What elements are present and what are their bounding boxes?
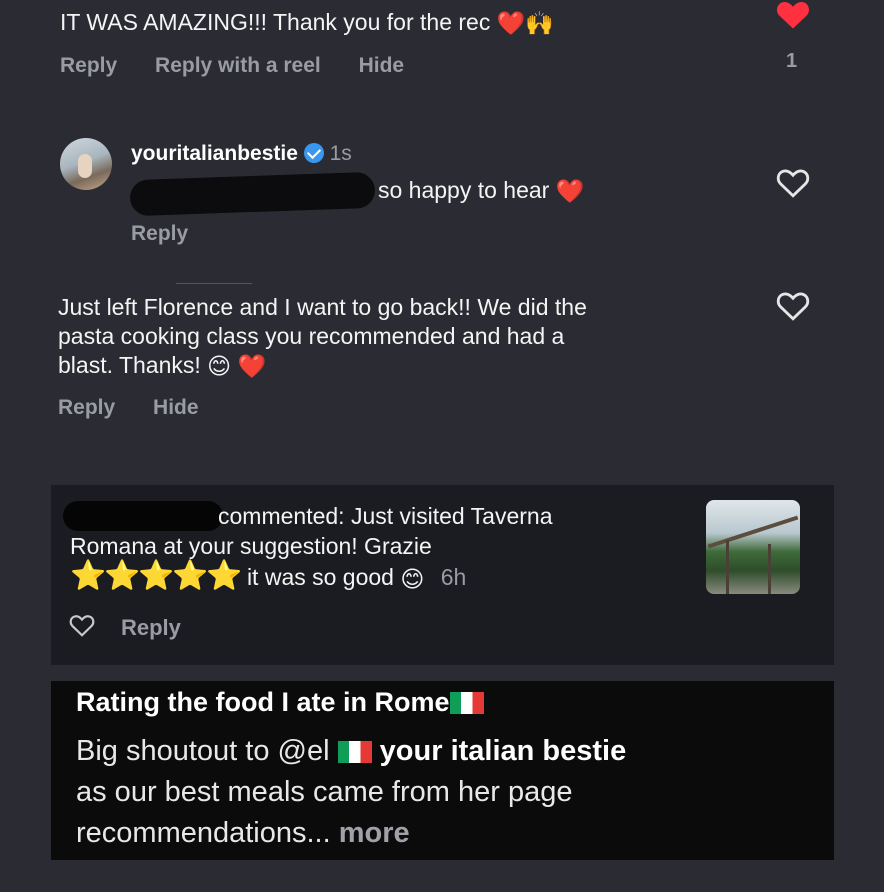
timestamp: 1s: [329, 142, 352, 165]
reel-caption-card[interactable]: Rating the food I ate in Rome Big shouto…: [51, 681, 834, 860]
notification-line: it was so good: [246, 564, 394, 590]
reply-header: youritalianbestie 1s: [131, 142, 352, 166]
comment-body: IT WAS AMAZING!!! Thank you for the rec: [60, 9, 491, 35]
like-heart-filled-icon[interactable]: [775, 0, 811, 35]
five-stars-emoji: ⭐⭐⭐⭐⭐: [70, 560, 243, 592]
caption-line: as our best meals came from her page: [76, 776, 573, 808]
redacted-mention: [129, 171, 376, 217]
heart-raised-hands-emoji: ❤️🙌: [496, 10, 555, 37]
like-heart-icon[interactable]: [776, 291, 810, 321]
comment-actions: Reply Hide: [58, 396, 231, 420]
caption-line: Big shoutout to @el: [76, 735, 330, 767]
notification-text: commented: Just visited Taverna Romana a…: [70, 501, 690, 594]
divider: [176, 283, 252, 284]
comment-line: pasta cooking class you recommended and …: [58, 323, 565, 349]
caption-line: your italian bestie: [379, 735, 627, 767]
comment-text: Just left Florence and I want to go back…: [58, 293, 758, 381]
reply-with-reel-button[interactable]: Reply with a reel: [155, 54, 321, 77]
notification-line: commented: Just visited Taverna: [218, 503, 553, 529]
italy-flag-icon: [449, 692, 484, 714]
comment-line: blast. Thanks!: [58, 352, 201, 378]
reply-text: so happy to hear ❤️: [378, 176, 584, 206]
reply-button[interactable]: Reply: [121, 615, 181, 641]
hide-button[interactable]: Hide: [359, 54, 405, 77]
comment-line: Just left Florence and I want to go back…: [58, 294, 587, 320]
hide-button[interactable]: Hide: [153, 396, 199, 419]
caption-line: recommendations...: [76, 817, 331, 849]
reply-button[interactable]: Reply: [60, 54, 117, 77]
reel-title-text: Rating the food I ate in Rome: [76, 687, 450, 717]
comment-text: IT WAS AMAZING!!! Thank you for the rec …: [60, 8, 554, 38]
notification-line: Romana at your suggestion! Grazie: [70, 533, 432, 559]
reply-body: so happy to hear: [378, 177, 550, 203]
verified-badge-icon: [303, 143, 324, 163]
reel-title: Rating the food I ate in Rome: [76, 687, 484, 718]
smile-emoji: 😊: [400, 565, 425, 592]
more-link[interactable]: more: [339, 817, 410, 849]
reel-thumbnail[interactable]: [706, 500, 800, 594]
comment-actions: Reply Reply with a reel Hide: [60, 54, 436, 78]
comment-notification-card[interactable]: commented: Just visited Taverna Romana a…: [51, 485, 834, 665]
italy-flag-icon: [337, 741, 372, 763]
reply-button[interactable]: Reply: [58, 396, 115, 419]
avatar[interactable]: [60, 138, 112, 190]
timestamp: 6h: [440, 564, 467, 590]
like-count: 1: [786, 50, 798, 72]
reply-button[interactable]: Reply: [131, 222, 188, 246]
reel-caption: Big shoutout to @el your italian bestie …: [76, 731, 816, 854]
like-heart-icon[interactable]: [69, 614, 95, 637]
like-heart-icon[interactable]: [776, 168, 810, 198]
red-heart-emoji: ❤️: [555, 178, 585, 205]
smile-heart-emoji: 😊 ❤️: [207, 353, 267, 380]
username[interactable]: youritalianbestie: [131, 142, 298, 165]
